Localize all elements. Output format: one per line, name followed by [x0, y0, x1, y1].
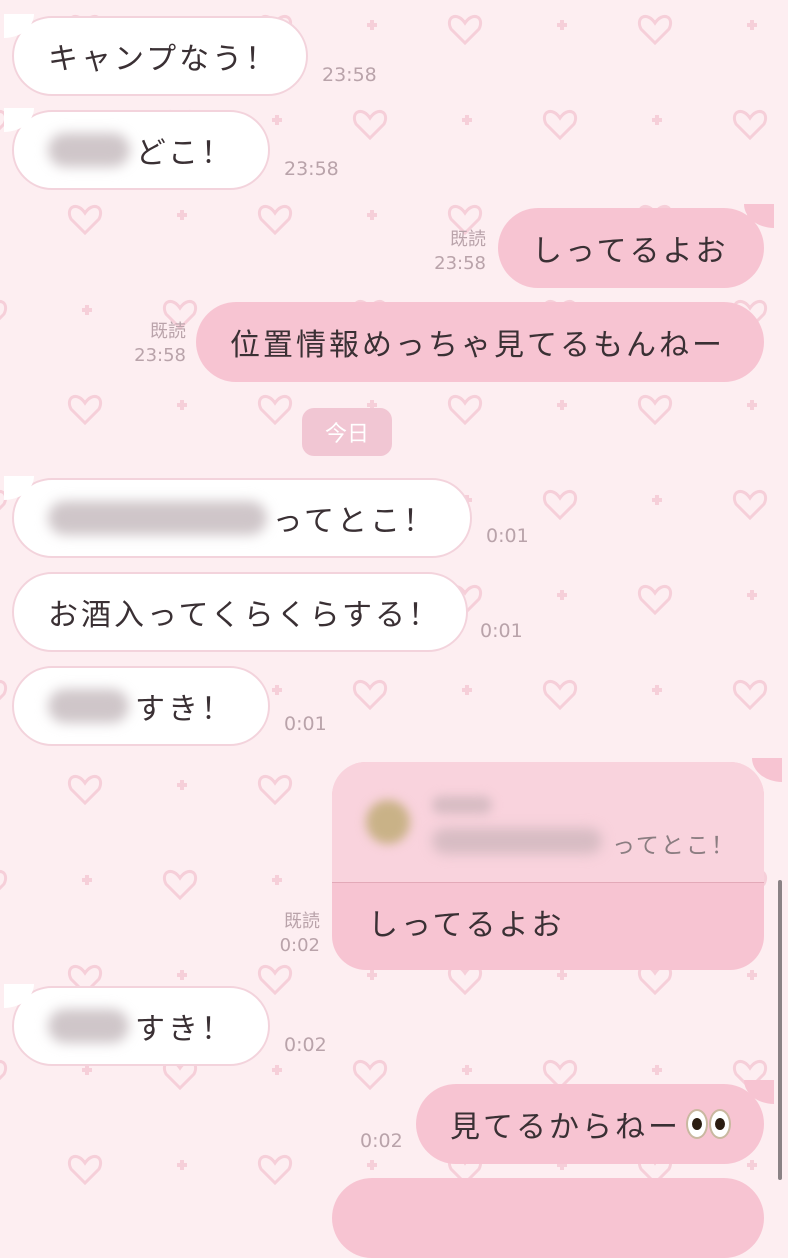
bubble-tail: [4, 14, 34, 38]
message-text: どこ！: [135, 136, 234, 171]
read-label: 既読: [450, 229, 486, 250]
message-text: 位置情報めっちゃ見てるもんねー: [230, 328, 725, 363]
message-bubble[interactable]: 見てるからねー: [416, 1080, 774, 1164]
message-time: 23:58: [134, 345, 186, 366]
read-label: 既読: [284, 911, 320, 932]
message-bubble[interactable]: お酒入ってくらくらする！: [12, 572, 468, 652]
redacted-name: [48, 689, 129, 723]
reply-message-bubble[interactable]: ってとこ！ しってるよお: [332, 762, 764, 970]
read-receipt: 既読 23:58: [120, 320, 186, 368]
quoted-message[interactable]: ってとこ！: [332, 762, 764, 883]
bubble-tail: [744, 1080, 774, 1104]
read-label: 既読: [150, 321, 186, 342]
message-time: 23:58: [434, 253, 486, 274]
redacted-avatar: [366, 800, 410, 844]
redacted-place-name: [48, 501, 267, 535]
message-text: お酒入ってくらくらする！: [48, 598, 441, 633]
message-bubble[interactable]: すき！: [4, 984, 270, 1066]
message-text: すき！: [135, 692, 234, 727]
message-time: 0:01: [486, 525, 529, 547]
read-receipt: 既読 23:58: [420, 228, 486, 276]
message-time: 23:58: [322, 64, 377, 86]
message-bubble[interactable]: しってるよお: [498, 204, 774, 288]
date-divider: 今日: [302, 408, 392, 456]
quoted-text: ってとこ！: [612, 833, 736, 859]
message-bubble[interactable]: どこ！: [4, 108, 270, 190]
message-bubble[interactable]: ってとこ！: [4, 476, 472, 558]
message-bubble-partial[interactable]: [332, 1178, 764, 1258]
redacted-sender-name: [432, 796, 492, 814]
message-bubble[interactable]: キャンプなう！: [4, 14, 308, 96]
eyes-emoji-icon: [685, 1109, 731, 1139]
message-bubble[interactable]: 位置情報めっちゃ見てるもんねー: [196, 302, 764, 382]
message-text: ってとこ！: [272, 504, 436, 539]
bubble-tail: [4, 108, 34, 132]
redacted-name: [48, 1009, 129, 1043]
bubble-tail: [744, 204, 774, 228]
message-time: 0:01: [480, 620, 523, 642]
message-time: 0:02: [284, 1034, 327, 1056]
bubble-tail: [4, 984, 34, 1008]
message-bubble[interactable]: すき！: [12, 666, 270, 746]
message-text: しってるよお: [368, 908, 565, 943]
message-text: しってるよお: [532, 234, 729, 269]
message-time: 0:02: [279, 935, 320, 956]
message-time: 0:02: [360, 1130, 403, 1152]
message-time: 23:58: [284, 158, 339, 180]
message-text: 見てるからねー: [450, 1110, 681, 1145]
message-time: 0:01: [284, 713, 327, 735]
scrollbar[interactable]: [778, 880, 782, 1180]
message-text: キャンプなう！: [48, 42, 279, 77]
bubble-tail: [4, 476, 34, 500]
message-text: すき！: [135, 1012, 234, 1047]
redacted-name: [48, 133, 130, 167]
read-receipt: 既読 0:02: [254, 910, 320, 958]
redacted-place-name: [432, 828, 602, 854]
